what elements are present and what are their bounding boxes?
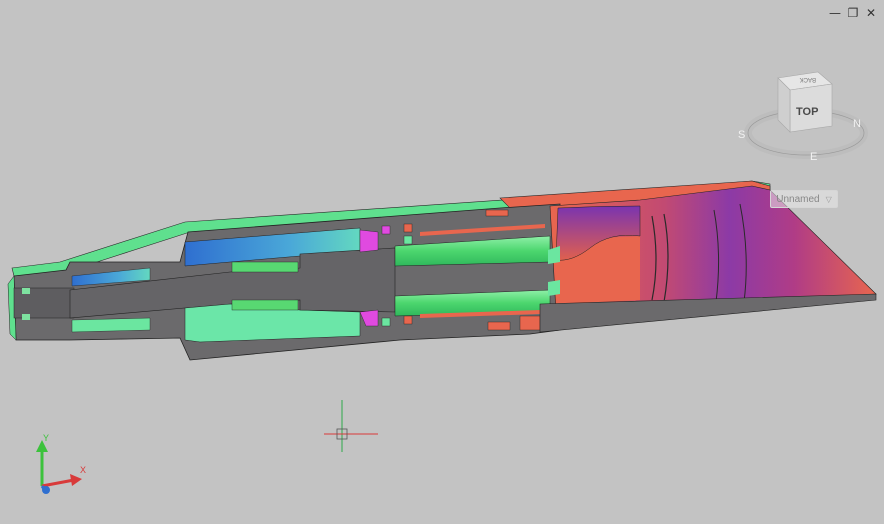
bearing-slot-1 bbox=[381, 225, 391, 235]
ucs-origin-marker bbox=[42, 486, 50, 494]
bearing-slot-4 bbox=[403, 315, 413, 325]
shaft-groove-bottom bbox=[231, 299, 299, 311]
chevron-down-icon: ▽ bbox=[825, 194, 832, 204]
bearing-slot-5 bbox=[381, 317, 391, 327]
restore-button[interactable]: ❐ bbox=[846, 6, 860, 20]
left-sleeve-green-bottom bbox=[71, 317, 151, 333]
green-fin-bottom bbox=[548, 280, 560, 296]
shaft-groove-top bbox=[231, 261, 299, 273]
compass-north-label[interactable]: N bbox=[853, 118, 861, 130]
bearing-slot-2 bbox=[403, 223, 413, 233]
orange-notch-top bbox=[485, 209, 509, 217]
ucs-y-label: Y bbox=[43, 433, 49, 443]
viewport-window-controls: — ❐ ✕ bbox=[828, 6, 878, 20]
named-view-dropdown[interactable]: Unnamed ▽ bbox=[770, 190, 838, 208]
shaft-slot-left-1 bbox=[22, 288, 30, 294]
bearing-slot-3 bbox=[403, 235, 413, 245]
model-viewport[interactable]: S E N BACK TOP Y X bbox=[0, 0, 884, 524]
viewcube[interactable]: S E N BACK TOP bbox=[738, 71, 868, 163]
magenta-cone-top bbox=[359, 229, 379, 253]
orange-block-bottom bbox=[519, 315, 541, 331]
compass-south-label[interactable]: S bbox=[738, 129, 745, 141]
named-view-label: Unnamed bbox=[776, 193, 820, 205]
orange-notch-bottom bbox=[487, 321, 511, 331]
ucs-x-label: X bbox=[80, 465, 86, 475]
compass-east-label[interactable]: E bbox=[810, 151, 817, 163]
viewcube-top-label: TOP bbox=[796, 106, 818, 118]
viewcube-back-label: BACK bbox=[800, 76, 816, 82]
crosshair-cursor bbox=[324, 400, 378, 452]
close-button[interactable]: ✕ bbox=[864, 6, 878, 20]
minimize-button[interactable]: — bbox=[828, 6, 842, 20]
sectioned-shaft-model[interactable] bbox=[7, 180, 877, 361]
ucs-icon[interactable]: Y X bbox=[36, 433, 86, 494]
shaft-slot-left-2 bbox=[22, 314, 30, 320]
